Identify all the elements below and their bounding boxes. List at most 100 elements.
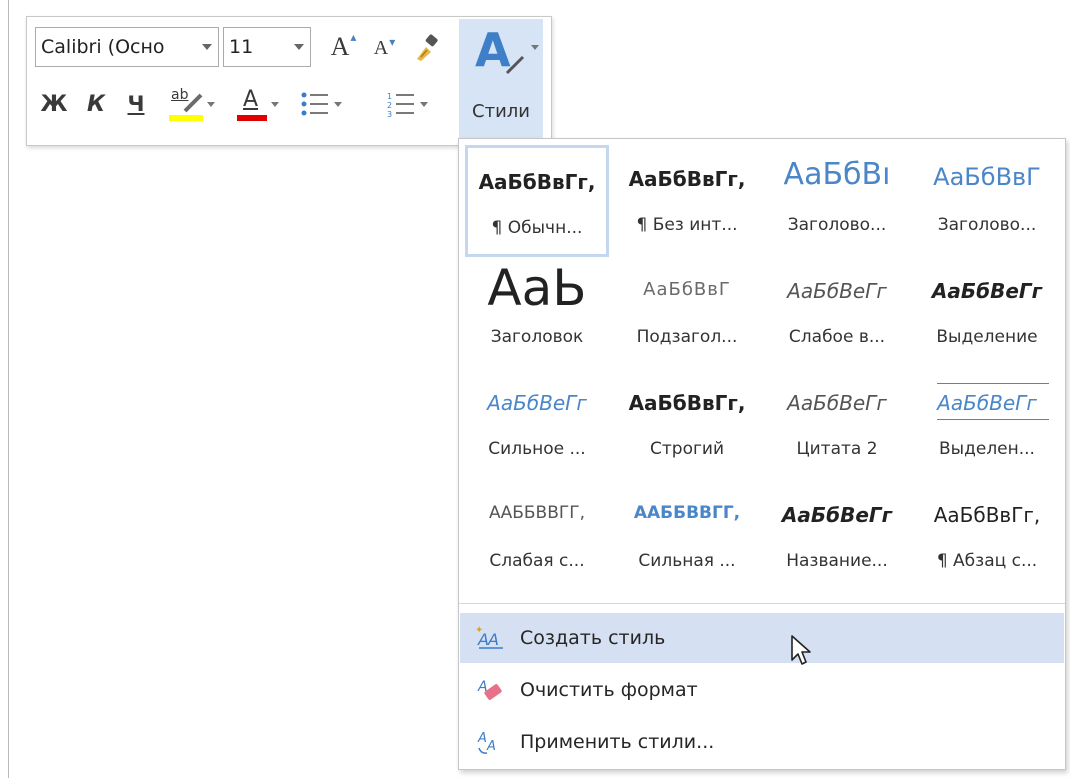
style-normal[interactable]: АаБбВвГг, ¶ Обычн... — [465, 145, 609, 257]
styles-label: Стили — [472, 101, 530, 122]
style-sample: АаБбВвГг, — [478, 170, 596, 194]
quote-rule-bottom — [937, 419, 1049, 420]
style-sample: АаБбВвГг, — [628, 167, 746, 191]
svg-text:✦: ✦ — [475, 625, 483, 636]
style-name: Подзагол... — [636, 327, 738, 347]
style-sample: АаЬ — [487, 259, 587, 317]
quote-rule-top — [937, 383, 1049, 384]
italic-button[interactable]: К — [83, 87, 109, 121]
bold-glyph: Ж — [40, 91, 68, 117]
style-sample: АаБбВеГг — [787, 279, 887, 303]
svg-text:3: 3 — [387, 110, 392, 117]
clear-format-label: Очистить формат — [520, 679, 698, 701]
style-name: Слабая с... — [489, 551, 585, 571]
eraser-icon: A — [460, 677, 520, 703]
style-name: Выделение — [936, 327, 1038, 347]
style-sample: АаБбВеГг — [781, 503, 893, 527]
style-name: Заголовок — [490, 327, 584, 347]
numbering-button[interactable]: 1 2 3 — [377, 87, 437, 121]
apply-styles-label: Применить стили... — [520, 731, 715, 753]
grow-font-glyph: A — [330, 32, 350, 61]
svg-text:A: A — [486, 739, 496, 754]
style-emphasis[interactable]: АаБбВеГг Выделение — [915, 257, 1059, 369]
style-sample: АаБбВеГг — [937, 391, 1037, 415]
style-sample: ААББВВГГ, — [633, 503, 741, 523]
style-sample: АаБбВвГ — [643, 279, 731, 300]
svg-text:1: 1 — [387, 92, 392, 101]
brush-icon — [505, 55, 525, 75]
font-size-combobox[interactable]: 11 — [223, 27, 311, 67]
shrink-font-button[interactable]: A ▾ — [367, 31, 395, 65]
style-name: ¶ Обычн... — [491, 218, 583, 238]
chevron-down-icon[interactable] — [294, 44, 304, 50]
highlight-button[interactable]: ab — [163, 83, 221, 125]
chevron-down-icon[interactable] — [420, 101, 428, 107]
style-sample: АаБбВвГг, — [933, 503, 1041, 527]
styles-dropdown: АаБбВвГг, ¶ Обычн... АаБбВвГг, ¶ Без инт… — [458, 138, 1066, 770]
underline-glyph: Ч — [127, 92, 145, 116]
new-style-svg: A A ✦ — [475, 625, 503, 649]
style-name: Строгий — [650, 439, 724, 459]
chevron-down-icon[interactable] — [207, 101, 215, 107]
create-style-menu-item[interactable]: A A ✦ Создать стиль — [460, 613, 1064, 663]
style-heading-2[interactable]: АаБбВвГ Заголово... — [915, 145, 1059, 257]
styles-button[interactable]: A Стили — [459, 19, 543, 139]
style-sample: АаБбВеГг — [931, 279, 1043, 303]
font-color-icon: A — [237, 87, 267, 121]
font-size-value: 11 — [229, 36, 254, 58]
style-name: Выделен... — [939, 439, 1035, 459]
highlight-color-swatch — [169, 115, 203, 121]
bullets-button[interactable] — [291, 87, 351, 121]
format-painter-button[interactable] — [411, 31, 445, 65]
style-title[interactable]: АаЬ Заголовок — [465, 257, 609, 369]
style-name: ¶ Без инт... — [636, 215, 738, 235]
font-color-swatch — [237, 115, 267, 121]
style-strong[interactable]: АаБбВвГг, Строгий — [615, 369, 759, 481]
italic-glyph: К — [87, 91, 105, 117]
font-color-button[interactable]: A — [233, 83, 283, 125]
grow-font-button[interactable]: A ▴ — [325, 29, 357, 65]
style-quote[interactable]: АаБбВеГг Цитата 2 — [765, 369, 909, 481]
style-book-title[interactable]: АаБбВеГг Название... — [765, 481, 909, 593]
chevron-down-icon[interactable] — [271, 101, 279, 107]
style-subtle-emphasis[interactable]: АаБбВеГг Слабое в... — [765, 257, 909, 369]
mouse-cursor-icon — [791, 635, 811, 665]
format-painter-icon — [417, 34, 438, 61]
font-name-combobox[interactable]: Calibri (Осно — [35, 27, 219, 67]
shrink-font-icon: A ▾ — [374, 35, 395, 60]
bulleted-list-icon — [301, 92, 328, 116]
style-name: Сильная ... — [638, 551, 736, 571]
style-sample: АаБбВеГг — [787, 391, 887, 415]
apply-styles-icon: A A — [460, 728, 520, 756]
style-intense-emphasis[interactable]: АаБбВеГг Сильное ... — [465, 369, 609, 481]
style-intense-quote[interactable]: АаБбВеГг Выделен... — [915, 369, 1059, 481]
style-sample: АаБбВı — [783, 157, 891, 192]
document-edge — [8, 0, 9, 778]
chevron-down-icon[interactable] — [202, 44, 212, 50]
style-no-spacing[interactable]: АаБбВвГг, ¶ Без инт... — [615, 145, 759, 257]
menu-separator — [459, 603, 1065, 604]
apply-styles-svg: A A — [477, 731, 496, 754]
style-list-paragraph[interactable]: АаБбВвГг, ¶ Абзац с... — [915, 481, 1059, 593]
style-intense-reference[interactable]: ААББВВГГ, Сильная ... — [615, 481, 759, 593]
style-name: Слабое в... — [788, 327, 886, 347]
bold-button[interactable]: Ж — [40, 87, 68, 121]
svg-text:2: 2 — [387, 101, 392, 110]
chevron-down-icon — [531, 45, 539, 50]
clear-format-menu-item[interactable]: A Очистить формат — [460, 665, 1064, 715]
underline-button[interactable]: Ч — [123, 87, 149, 121]
style-heading-1[interactable]: АаБбВı Заголово... — [765, 145, 909, 257]
style-subtle-reference[interactable]: ААББВВГГ, Слабая с... — [465, 481, 609, 593]
style-name: Цитата 2 — [796, 439, 878, 459]
eraser-svg: A — [477, 679, 502, 700]
caret-down-icon: ▾ — [389, 34, 396, 49]
font-name-value: Calibri (Осно — [41, 36, 165, 58]
style-sample: АаБбВвГг, — [628, 391, 746, 415]
apply-styles-menu-item[interactable]: A A Применить стили... — [460, 717, 1064, 767]
style-name: ¶ Абзац с... — [936, 551, 1038, 571]
chevron-down-icon[interactable] — [334, 101, 342, 107]
pen-icon — [183, 93, 203, 113]
style-subtitle[interactable]: АаБбВвГ Подзагол... — [615, 257, 759, 369]
font-color-glyph: A — [243, 87, 259, 112]
style-sample: ААББВВГГ, — [488, 503, 586, 523]
